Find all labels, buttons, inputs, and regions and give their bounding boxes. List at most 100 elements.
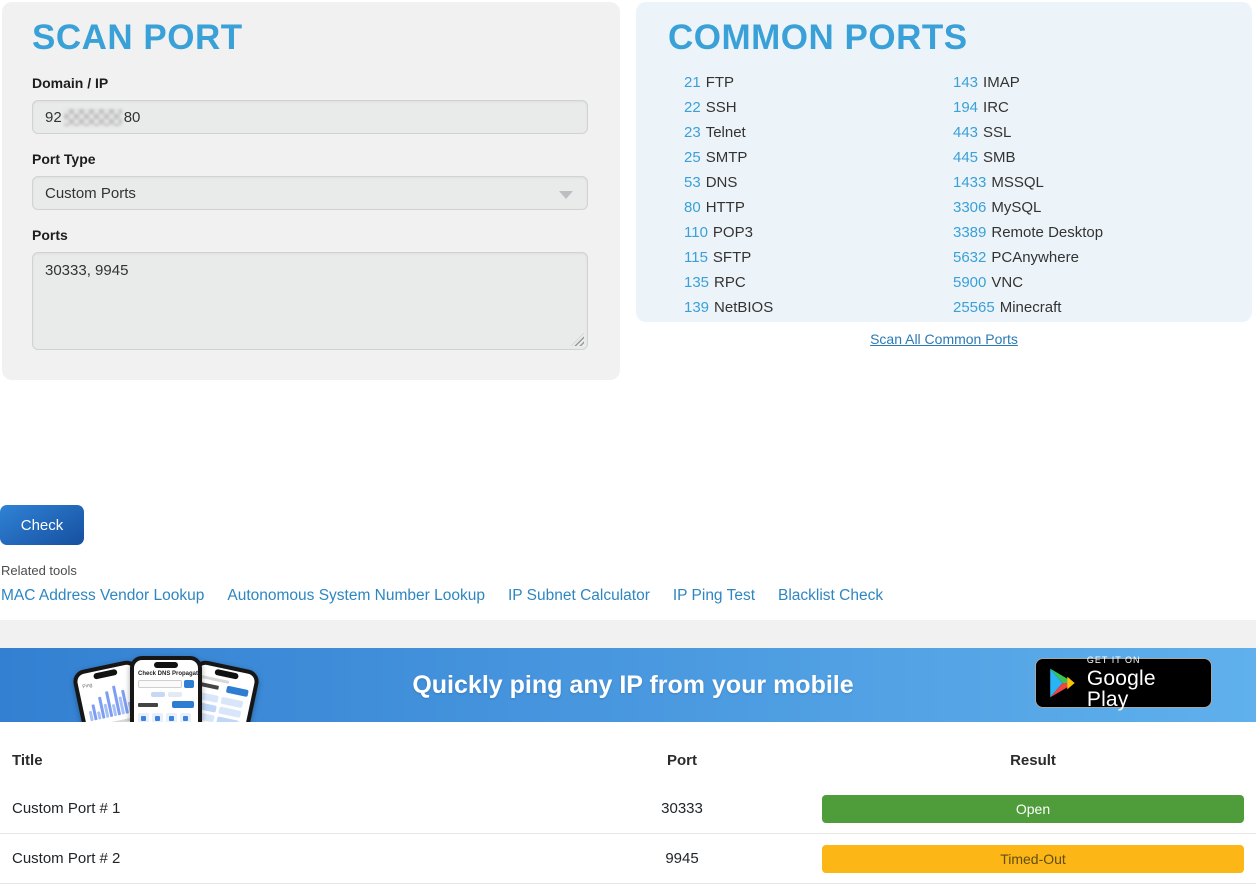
port-name: SMB bbox=[983, 149, 1016, 166]
common-port-item: 110 POP3 bbox=[684, 220, 773, 245]
port-number-link[interactable]: 1433 bbox=[953, 174, 986, 191]
common-port-item: 1433MSSQL bbox=[953, 170, 1103, 195]
ports-textarea[interactable]: 30333, 9945 bbox=[32, 252, 588, 350]
domain-ip-value-suffix: 80 bbox=[124, 109, 141, 126]
port-number-link[interactable]: 25 bbox=[684, 149, 701, 166]
common-port-item: 194IRC bbox=[953, 95, 1103, 120]
google-play-icon bbox=[1048, 667, 1077, 699]
chevron-down-icon bbox=[559, 191, 573, 199]
common-port-item: 139 NetBIOS bbox=[684, 295, 773, 320]
ports-label: Ports bbox=[32, 227, 590, 243]
port-name: HTTP bbox=[706, 199, 745, 216]
port-number-link[interactable]: 115 bbox=[684, 249, 708, 266]
row-port: 9945 bbox=[542, 850, 822, 867]
port-number-link[interactable]: 53 bbox=[684, 174, 701, 191]
resize-handle-icon[interactable] bbox=[571, 333, 584, 346]
common-port-item: 21 FTP bbox=[684, 70, 773, 95]
common-port-item: 443SSL bbox=[953, 120, 1103, 145]
google-play-badge-text: GET IT ON Google Play bbox=[1087, 656, 1199, 710]
common-port-item: 445 SMB bbox=[953, 145, 1103, 170]
common-ports-column-right: 143 IMAP 194IRC 443SSL 445 SMB 1433MSSQL 3… bbox=[953, 70, 1103, 320]
mini-row bbox=[134, 699, 198, 710]
port-number-link[interactable]: 143 bbox=[953, 74, 978, 91]
common-port-item: 25565 Minecraft bbox=[953, 295, 1103, 320]
google-play-badge[interactable]: GET IT ON Google Play bbox=[1035, 658, 1212, 708]
common-port-item: 3389 Remote Desktop bbox=[953, 220, 1103, 245]
port-name: NetBIOS bbox=[714, 299, 773, 316]
port-name: SFTP bbox=[713, 249, 751, 266]
common-port-item: 53 DNS bbox=[684, 170, 773, 195]
phone-mockups: Ping Check DNS Propagation bbox=[84, 654, 249, 722]
status-badge: Timed-Out bbox=[822, 845, 1244, 873]
google-play-label: Google Play bbox=[1087, 668, 1199, 710]
related-link-ip-subnet-calculator[interactable]: IP Subnet Calculator bbox=[508, 587, 650, 605]
row-title: Custom Port # 1 bbox=[12, 800, 542, 817]
results-table-header: Title Port Result bbox=[0, 736, 1256, 784]
status-badge: Open bbox=[822, 795, 1244, 823]
port-number-link[interactable]: 139 bbox=[684, 299, 709, 316]
table-row: Custom Port # 1 30333 Open bbox=[0, 784, 1256, 834]
port-name: POP3 bbox=[713, 224, 753, 241]
port-name: IMAP bbox=[983, 74, 1020, 91]
scan-all-wrapper: Scan All Common Ports bbox=[636, 331, 1252, 349]
related-tools-heading: Related tools bbox=[1, 563, 77, 578]
mini-icon-grid bbox=[134, 710, 198, 722]
common-port-item: 135RPC bbox=[684, 270, 773, 295]
port-number-link[interactable]: 21 bbox=[684, 74, 701, 91]
common-ports-title: COMMON PORTS bbox=[668, 18, 1220, 58]
port-name: Remote Desktop bbox=[991, 224, 1103, 241]
section-divider-strip bbox=[0, 620, 1256, 648]
results-table: Title Port Result Custom Port # 1 30333 … bbox=[0, 722, 1256, 884]
ports-value: 30333, 9945 bbox=[45, 262, 128, 279]
port-name: FTP bbox=[706, 74, 734, 91]
row-title: Custom Port # 2 bbox=[12, 850, 542, 867]
common-port-item: 22SSH bbox=[684, 95, 773, 120]
common-ports-column-left: 21 FTP 22SSH 23Telnet 25 SMTP 53 DNS 80 HTTP… bbox=[684, 70, 773, 320]
port-name: DNS bbox=[706, 174, 738, 191]
common-port-item: 23Telnet bbox=[684, 120, 773, 145]
port-number-link[interactable]: 443 bbox=[953, 124, 978, 141]
phone-screen-title: Check DNS Propagation bbox=[134, 670, 198, 678]
phone-mockup-middle: Check DNS Propagation bbox=[130, 656, 202, 722]
port-number-link[interactable]: 22 bbox=[684, 99, 701, 116]
port-name: SMTP bbox=[706, 149, 748, 166]
port-name: PCAnywhere bbox=[991, 249, 1079, 266]
port-number-link[interactable]: 3306 bbox=[953, 199, 986, 216]
port-number-link[interactable]: 80 bbox=[684, 199, 701, 216]
port-number-link[interactable]: 3389 bbox=[953, 224, 986, 241]
header-title: Title bbox=[12, 752, 542, 769]
port-number-link[interactable]: 135 bbox=[684, 274, 709, 291]
port-number-link[interactable]: 5900 bbox=[953, 274, 986, 291]
common-port-item: 80 HTTP bbox=[684, 195, 773, 220]
scan-port-title: SCAN PORT bbox=[32, 18, 590, 58]
port-name: MySQL bbox=[991, 199, 1041, 216]
common-ports-panel: COMMON PORTS 21 FTP 22SSH 23Telnet 25 SMTP… bbox=[636, 2, 1252, 322]
related-tools-links: MAC Address Vendor Lookup Autonomous Sys… bbox=[1, 587, 883, 605]
port-number-link[interactable]: 23 bbox=[684, 124, 701, 141]
port-number-link[interactable]: 110 bbox=[684, 224, 708, 241]
row-port: 30333 bbox=[542, 800, 822, 817]
row-result: Open bbox=[822, 795, 1244, 823]
scan-port-panel: SCAN PORT Domain / IP 92 80 Port Type Cu… bbox=[2, 2, 620, 380]
related-link-blacklist-check[interactable]: Blacklist Check bbox=[778, 587, 883, 605]
mini-toggle bbox=[134, 690, 198, 699]
related-link-autonomous-system-number-lookup[interactable]: Autonomous System Number Lookup bbox=[227, 587, 485, 605]
port-type-label: Port Type bbox=[32, 151, 590, 167]
port-type-select[interactable]: Custom Ports bbox=[32, 176, 588, 210]
port-name: Minecraft bbox=[1000, 299, 1062, 316]
common-port-item: 3306 MySQL bbox=[953, 195, 1103, 220]
table-row: Custom Port # 2 9945 Timed-Out bbox=[0, 834, 1256, 884]
header-result: Result bbox=[822, 752, 1244, 769]
scan-all-common-ports-link[interactable]: Scan All Common Ports bbox=[870, 331, 1018, 347]
port-number-link[interactable]: 5632 bbox=[953, 249, 986, 266]
port-number-link[interactable]: 194 bbox=[953, 99, 978, 116]
related-link-mac-address-vendor-lookup[interactable]: MAC Address Vendor Lookup bbox=[1, 587, 204, 605]
related-link-ip-ping-test[interactable]: IP Ping Test bbox=[673, 587, 755, 605]
port-number-link[interactable]: 445 bbox=[953, 149, 978, 166]
common-port-item: 143 IMAP bbox=[953, 70, 1103, 95]
check-button[interactable]: Check bbox=[0, 505, 84, 545]
domain-ip-input[interactable]: 92 80 bbox=[32, 100, 588, 134]
redacted-ip-segment bbox=[64, 109, 122, 126]
port-number-link[interactable]: 25565 bbox=[953, 299, 995, 316]
phone-notch bbox=[154, 662, 178, 668]
